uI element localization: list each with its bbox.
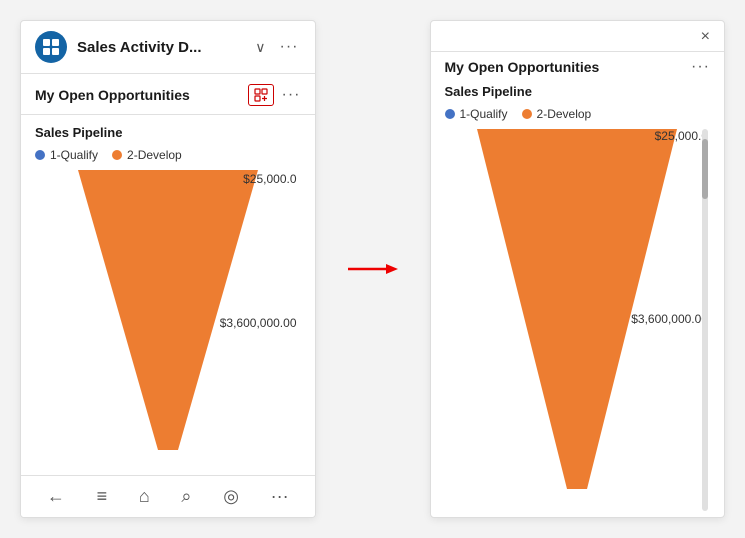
home-icon[interactable]: ⌂ (139, 486, 150, 507)
right-funnel-container: $25,000.0 $3,600,000.00 (445, 129, 711, 511)
right-section-header: My Open Opportunities ··· (431, 52, 725, 78)
back-icon[interactable]: ← (47, 486, 65, 507)
header-more-icon[interactable]: ··· (278, 36, 301, 58)
right-funnel-label-mid: $3,600,000.00 (631, 312, 708, 326)
bottom-nav: ← ≡ ⌂ ⌕ ◎ ··· (21, 475, 315, 517)
menu-icon[interactable]: ≡ (97, 486, 108, 507)
chevron-down-icon[interactable]: ∨ (253, 37, 267, 58)
search-icon[interactable]: ⌕ (181, 486, 191, 507)
funnel-chart-left (68, 170, 268, 450)
activity-icon[interactable]: ◎ (223, 486, 239, 507)
right-chart-subtitle: Sales Pipeline (445, 84, 711, 99)
right-legend-item-qualify: 1-Qualify (445, 107, 508, 121)
chart-legend: 1-Qualify 2-Develop (35, 148, 301, 162)
right-develop-dot (522, 109, 532, 119)
right-panel-header: × (431, 21, 725, 52)
right-qualify-dot (445, 109, 455, 119)
chart-subtitle: Sales Pipeline (35, 125, 301, 140)
right-funnel-label-top: $25,000.0 (655, 129, 708, 143)
right-qualify-label: 1-Qualify (460, 107, 508, 121)
right-panel: × My Open Opportunities ··· Sales Pipeli… (430, 20, 726, 518)
qualify-dot (35, 150, 45, 160)
left-section-header: My Open Opportunities ··· (21, 74, 315, 115)
right-chart-area: Sales Pipeline 1-Qualify 2-Develop $25,0… (431, 78, 725, 517)
right-chart-legend: 1-Qualify 2-Develop (445, 107, 711, 121)
scrollbar-track (702, 129, 708, 511)
scrollbar-thumb[interactable] (702, 139, 708, 199)
right-legend-item-develop: 2-Develop (522, 107, 592, 121)
funnel-label-top-left: $25,000.0 (243, 172, 296, 186)
expand-button[interactable] (248, 84, 274, 106)
nav-more-icon[interactable]: ··· (271, 486, 289, 507)
right-section-title: My Open Opportunities (445, 59, 684, 75)
app-icon (35, 31, 67, 63)
section-title: My Open Opportunities (35, 87, 240, 103)
arrow-divider (348, 259, 398, 279)
develop-label: 2-Develop (127, 148, 182, 162)
close-button[interactable]: × (697, 27, 714, 47)
legend-item-qualify: 1-Qualify (35, 148, 98, 162)
funnel-label-mid-left: $3,600,000.00 (220, 316, 297, 330)
right-more-icon[interactable]: ··· (691, 58, 710, 76)
develop-dot (112, 150, 122, 160)
section-more-icon[interactable]: ··· (282, 86, 301, 104)
left-panel: Sales Activity D... ∨ ··· My Open Opport… (20, 20, 316, 518)
left-chart-area: Sales Pipeline 1-Qualify 2-Develop $25,0… (21, 115, 315, 475)
app-title: Sales Activity D... (77, 39, 243, 56)
funnel-chart-right (467, 129, 687, 489)
left-panel-header: Sales Activity D... ∨ ··· (21, 21, 315, 74)
arrow-icon (348, 259, 398, 279)
legend-item-develop: 2-Develop (112, 148, 182, 162)
right-develop-label: 2-Develop (537, 107, 592, 121)
qualify-label: 1-Qualify (50, 148, 98, 162)
funnel-container-left: $25,000.0 $3,600,000.00 (35, 170, 301, 450)
